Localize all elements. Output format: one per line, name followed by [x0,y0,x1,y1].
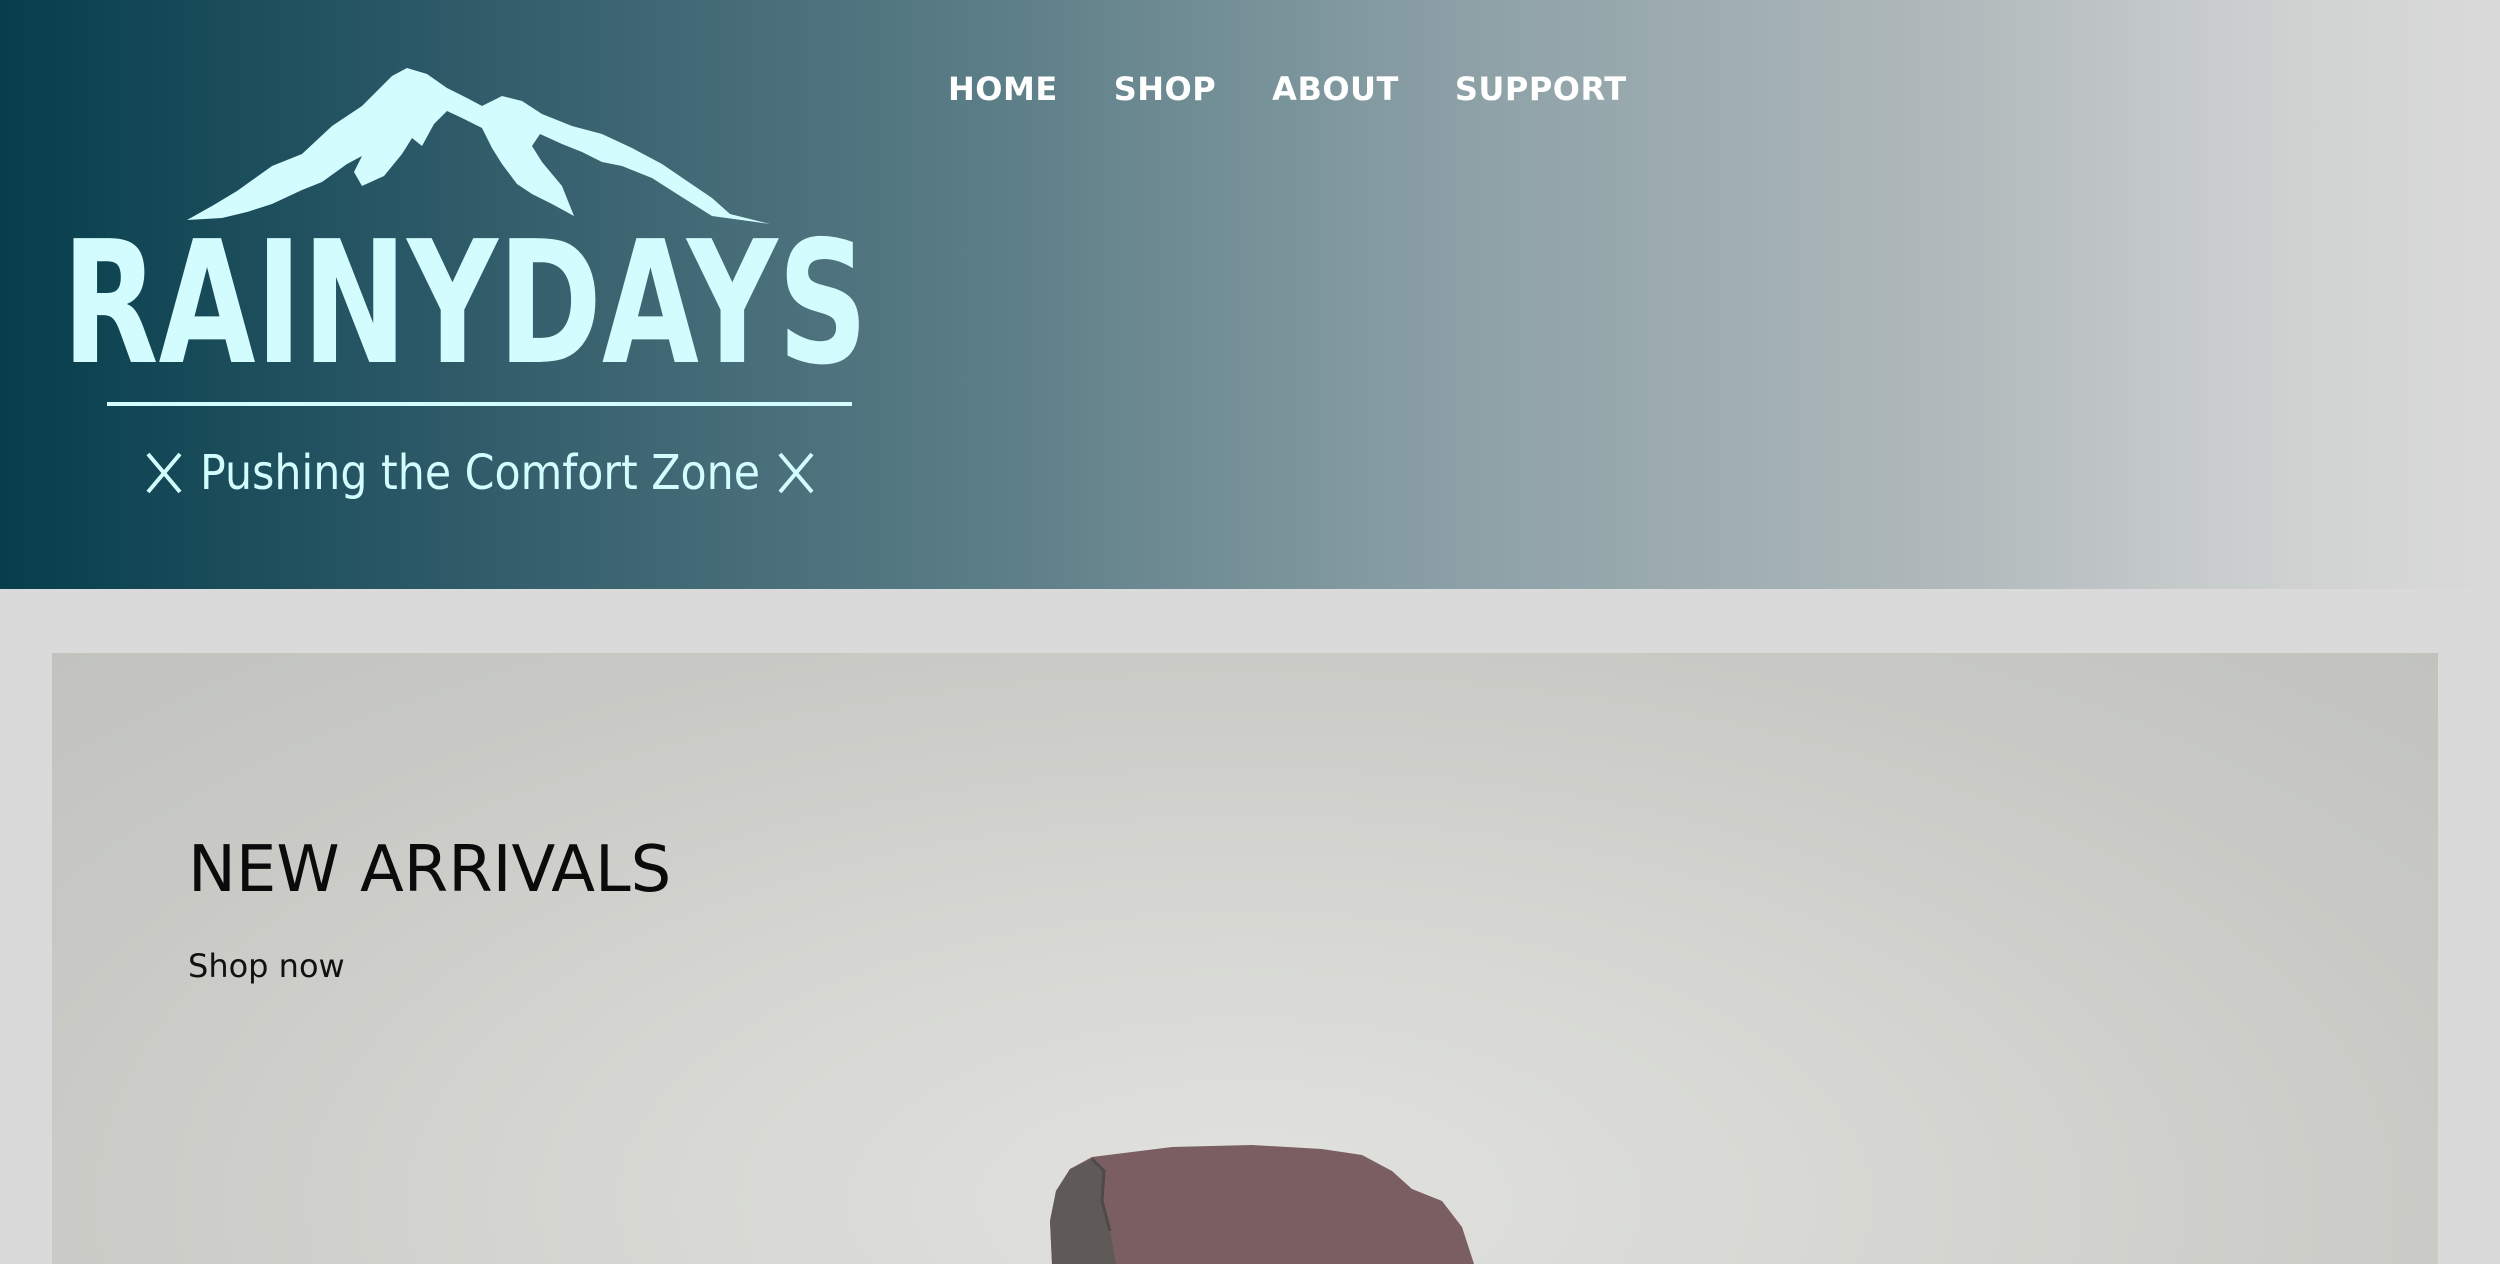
cross-icon [146,452,182,494]
shop-now-link[interactable]: Shop now [188,947,345,985]
brand-name: RAINYDAYS [62,205,868,403]
logo-underline [107,402,852,406]
nav-home[interactable]: HOME [948,70,1058,108]
nav-support[interactable]: SUPPORT [1455,70,1627,108]
brand-logo[interactable]: RAINYDAYS Pushing the Comfort Zone [62,66,882,506]
mountain-logo-icon: RAINYDAYS Pushing the Comfort Zone [62,68,868,501]
hero-banner: NEW ARRIVALS Shop now [52,653,2438,1264]
brand-tagline: Pushing the Comfort Zone [200,445,760,501]
site-header: RAINYDAYS Pushing the Comfort Zone HOME … [0,0,2500,589]
jacket-shape [1050,1145,1474,1264]
main-nav: HOME SHOP ABOUT SUPPORT [948,70,1683,108]
mountain-icon [187,68,770,224]
nav-shop[interactable]: SHOP [1114,70,1216,108]
hero-jacket-image [1050,1145,1474,1264]
hero-title: NEW ARRIVALS [188,833,672,907]
cross-icon [778,452,814,494]
nav-about[interactable]: ABOUT [1272,70,1399,108]
